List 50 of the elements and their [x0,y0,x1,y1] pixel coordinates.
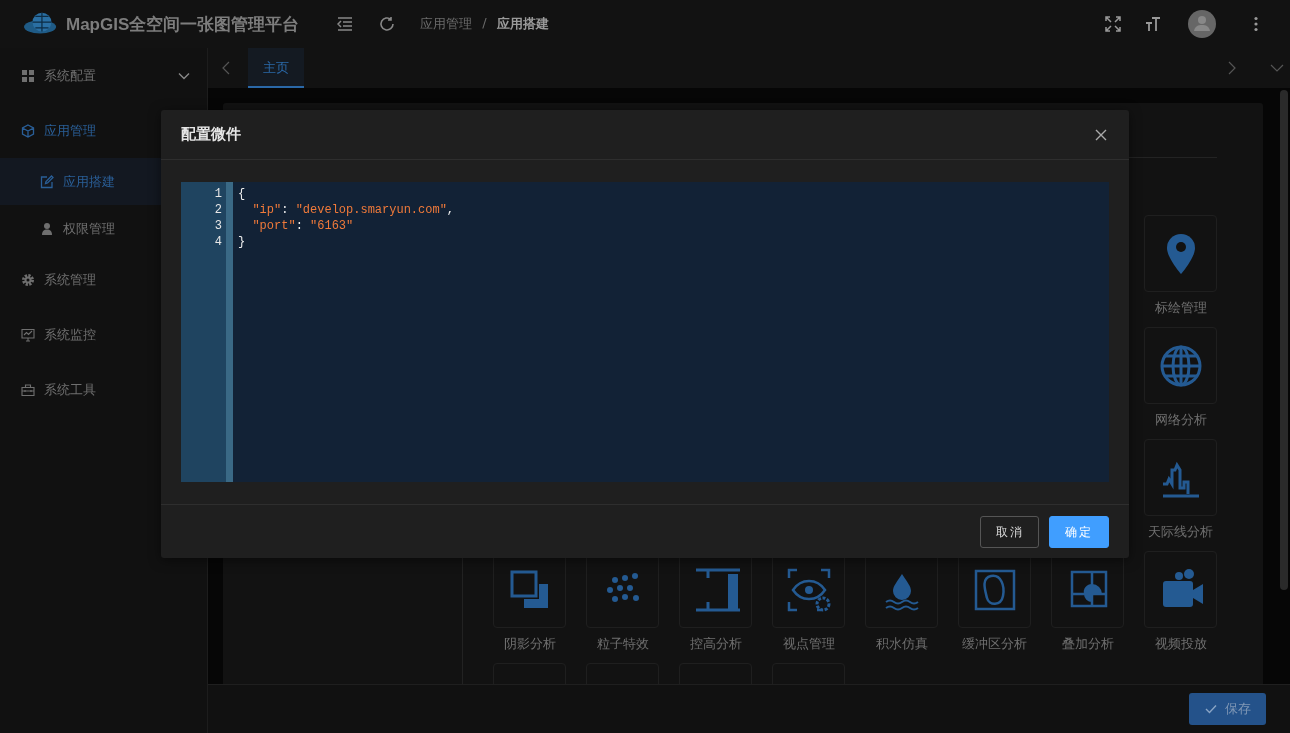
monitor-icon [21,327,35,342]
toolbox-icon [21,382,35,397]
tab[interactable]: 主页 [248,48,304,88]
grid-icon [21,68,35,83]
cube-icon [21,123,35,138]
code-line: { [238,186,247,202]
font-size-icon[interactable] [1143,14,1163,34]
menu-item[interactable]: 系统配置 [0,48,207,103]
widget-label: 标绘管理 [1154,299,1207,317]
widget-tile[interactable] [1144,551,1217,628]
widget-label: 叠加分析 [1061,635,1114,653]
breadcrumb-separator: / [482,15,487,32]
scrollbar[interactable] [1280,90,1288,590]
line-number: 2 [214,202,222,218]
line-number: 4 [214,234,222,250]
user-icon [40,221,54,236]
widget-label: 控高分析 [689,635,742,653]
widget-label: 视频投放 [1154,635,1207,653]
gear-icon [21,272,35,287]
widget-tile[interactable] [1144,439,1217,516]
widget-label: 阴影分析 [503,635,556,653]
edit-icon [40,174,54,189]
confirm-button[interactable]: 确定 [1049,516,1109,548]
widget-label: 视点管理 [782,635,835,653]
scroll-right-icon[interactable] [1228,61,1236,75]
save-button[interactable]: 保存 [1189,693,1266,725]
widget-label: 粒子特效 [596,635,649,653]
code-editor[interactable]: 1 2 3 4 { "ip": "develop.smaryun.com", "port": "6163" } [181,182,1109,482]
line-number: 1 [214,186,222,202]
chevron-down-icon[interactable] [1270,64,1284,72]
app-title: MapGIS全空间一张图管理平台 [66,13,300,36]
code-line: "port": "6163" [251,218,355,234]
breadcrumb-item: 应用搭建 [496,15,549,33]
check-icon [1204,704,1217,714]
breadcrumb-item[interactable]: 应用管理 [420,15,473,33]
cancel-button[interactable]: 取消 [980,516,1039,548]
fullscreen-icon[interactable] [1103,14,1123,34]
widget-label: 积水仿真 [875,635,928,653]
widget-label: 天际线分析 [1148,523,1213,541]
line-number: 3 [214,218,222,234]
widget-label: 缓冲区分析 [962,635,1027,653]
widget-tile[interactable] [1144,215,1217,292]
widget-label: 网络分析 [1154,411,1207,429]
code-line: "ip": "develop.smaryun.com", [251,202,455,218]
avatar-icon[interactable] [1188,10,1216,38]
widget-tile[interactable] [1144,327,1217,404]
close-icon[interactable] [1095,128,1107,141]
dialog-title: 配置微件 [181,125,241,144]
scroll-left-icon[interactable] [222,61,230,75]
code-line: } [238,234,247,250]
